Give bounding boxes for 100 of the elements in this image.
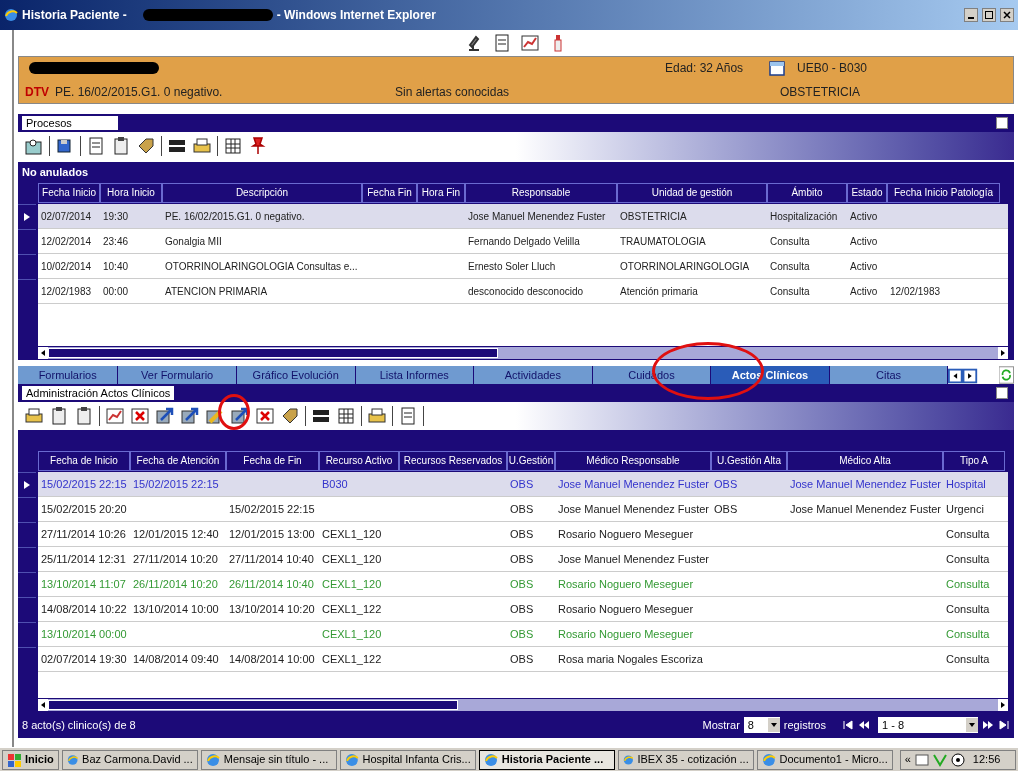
close-button[interactable] — [1000, 8, 1014, 22]
tray-icon[interactable] — [950, 752, 965, 767]
table-cell: Consulta — [946, 627, 990, 640]
chart-icon[interactable] — [105, 406, 125, 426]
clipboard-icon[interactable] — [111, 136, 131, 156]
table-cell: 26/11/2014 10:40 — [229, 577, 314, 590]
tab[interactable]: Lista Informes — [355, 366, 475, 384]
table-cell: Ernesto Soler Lluch — [468, 260, 556, 272]
scrollbar-thumb[interactable] — [48, 700, 458, 710]
table-cell: desconocido desconocido — [468, 285, 584, 297]
table-cell: 25/11/2014 12:31 — [41, 552, 126, 565]
table-cell: 10:40 — [103, 260, 129, 272]
table-cell: 15/02/2015 22:15 — [229, 502, 315, 515]
tab[interactable]: Actividades — [474, 366, 593, 384]
refresh-icon[interactable] — [999, 366, 1014, 384]
horizontal-scrollbar[interactable] — [38, 699, 1008, 711]
next-page-icon[interactable] — [982, 720, 994, 730]
maximize-button[interactable] — [982, 8, 996, 22]
window-toggle[interactable] — [996, 387, 1008, 399]
clipboard-icon[interactable] — [49, 406, 69, 426]
table-cell: OBS — [510, 577, 534, 590]
column-header[interactable]: Descripción — [162, 183, 362, 203]
taskbar-button[interactable]: Baz Carmona.David ... — [61, 749, 198, 770]
tab[interactable]: Ver Formulario — [118, 366, 237, 384]
clipboard-icon[interactable] — [74, 406, 94, 426]
document-icon[interactable] — [86, 136, 106, 156]
tab[interactable]: Gráfico Evolución — [236, 366, 356, 384]
page-size-dropdown[interactable]: 8 — [743, 717, 780, 733]
tag-icon[interactable] — [136, 136, 156, 156]
globe-icon — [622, 752, 634, 767]
taskbar-button[interactable]: Documento1 - Micro... — [756, 749, 893, 770]
column-header[interactable]: Fecha Fin — [362, 183, 417, 203]
column-header[interactable]: Fecha Inicio — [38, 183, 100, 203]
column-header[interactable]: Ámbito — [767, 183, 847, 203]
column-header[interactable]: Fecha de Atención — [130, 451, 226, 471]
column-header[interactable]: Tipo A — [943, 451, 1005, 471]
table-cell: 12/01/2015 13:00 — [229, 527, 315, 540]
column-header[interactable]: Médico Responsable — [555, 451, 711, 471]
taskbar-button[interactable]: Hospital Infanta Cris... — [339, 749, 476, 770]
delete-icon[interactable] — [130, 406, 150, 426]
minimize-button[interactable] — [964, 8, 978, 22]
arrow-icon[interactable] — [155, 406, 175, 426]
tray-expand-button[interactable]: « — [904, 751, 911, 768]
window-toggle[interactable] — [996, 117, 1008, 129]
column-header[interactable]: Hora Fin — [417, 183, 465, 203]
tab[interactable]: Formularios — [18, 366, 119, 384]
scrollbar-thumb[interactable] — [48, 348, 498, 358]
chart-icon[interactable] — [520, 33, 540, 53]
table-cell: OBS — [714, 477, 738, 490]
table-cell: Consulta — [946, 527, 990, 540]
tab-scroll-icon[interactable] — [948, 368, 978, 384]
table-cell: Consulta — [946, 552, 990, 565]
column-header[interactable]: Hora Inicio — [100, 183, 162, 203]
column-header[interactable]: Unidad de gestión — [617, 183, 767, 203]
table-cell: Activo — [850, 210, 878, 222]
bed-icon — [769, 60, 785, 76]
pin-icon[interactable] — [248, 136, 268, 156]
first-page-icon[interactable] — [842, 720, 854, 730]
table-cell: OBS — [714, 502, 738, 515]
taskbar-button[interactable]: Historia Paciente ... — [478, 749, 615, 770]
taskbar-button[interactable]: IBEX 35 - cotización ... — [617, 749, 754, 770]
column-header[interactable]: Fecha Inicio Patología — [887, 183, 1000, 203]
table-cell: 10/02/2014 — [41, 260, 92, 272]
start-button[interactable]: Inicio — [2, 749, 59, 770]
table-cell: Consulta — [770, 285, 810, 297]
globe-icon — [344, 752, 359, 767]
user-folder-icon[interactable] — [24, 136, 44, 156]
page-range-dropdown[interactable]: 1 - 8 — [878, 717, 978, 733]
table-cell: OBS — [510, 502, 534, 515]
column-header[interactable]: U.Gestión Alta — [711, 451, 787, 471]
taskbar-button[interactable]: Mensaje sin título - ... — [200, 749, 337, 770]
globe-icon — [205, 752, 220, 767]
last-page-icon[interactable] — [998, 720, 1010, 730]
tag-icon[interactable] — [280, 406, 300, 426]
arrow-icon[interactable] — [180, 406, 200, 426]
column-header[interactable]: Recurso Activo — [319, 451, 399, 471]
column-header[interactable]: Estado — [847, 183, 887, 203]
table-cell: Hospital — [946, 477, 986, 490]
table-cell: OBS — [510, 652, 534, 665]
grid-icon[interactable] — [336, 406, 356, 426]
document-icon[interactable] — [492, 33, 512, 53]
delete-icon[interactable] — [255, 406, 275, 426]
table-cell: 12/02/1983 — [41, 285, 92, 297]
column-header[interactable]: Fecha de Fin — [226, 451, 319, 471]
column-header[interactable]: U.Gestión — [507, 451, 555, 471]
column-header[interactable]: Recursos Reservados — [399, 451, 507, 471]
printer-icon[interactable] — [192, 136, 212, 156]
column-header[interactable]: Médico Alta — [787, 451, 943, 471]
table-cell: Rosario Noguero Meseguer — [558, 602, 694, 615]
column-header[interactable]: Fecha de Inicio — [38, 451, 130, 471]
age-label: Edad: 32 Años — [665, 60, 745, 77]
column-header[interactable]: Responsable — [465, 183, 617, 203]
printer-icon[interactable] — [367, 406, 387, 426]
table-cell: 14/08/2014 10:00 — [229, 652, 315, 665]
printer-icon[interactable] — [24, 406, 44, 426]
document-icon[interactable] — [398, 406, 418, 426]
horizontal-scrollbar[interactable] — [38, 347, 1008, 359]
previous-page-icon[interactable] — [858, 720, 870, 730]
grid-icon[interactable] — [223, 136, 243, 156]
tab[interactable]: Citas — [829, 366, 949, 384]
